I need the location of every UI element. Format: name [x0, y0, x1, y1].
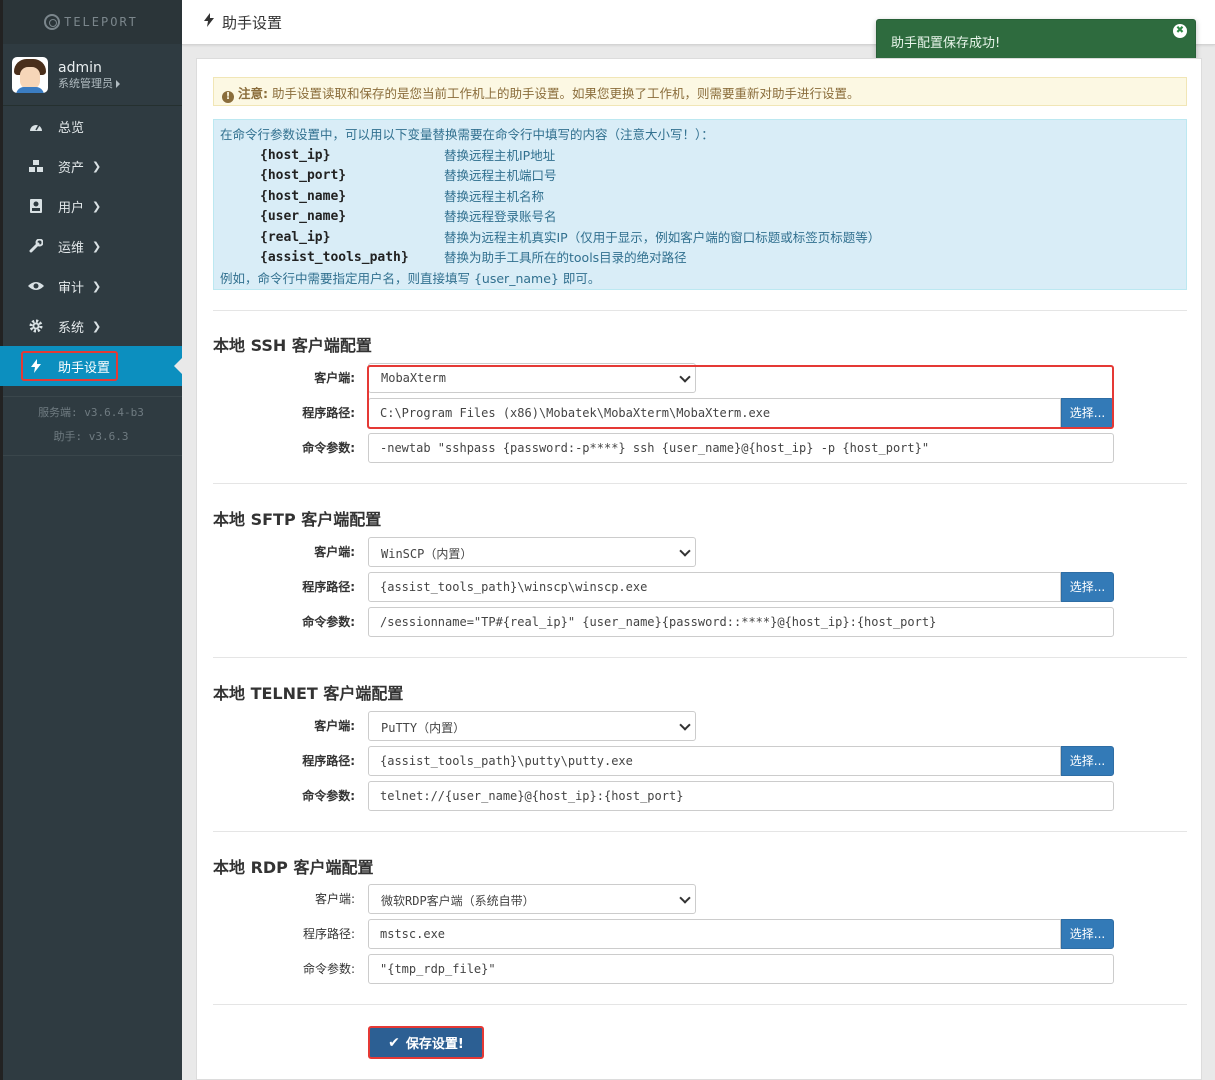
highlight-box	[367, 365, 1114, 429]
var-row: {assist_tools_path} 替换为助手工具所在的tools目录的绝对路…	[260, 250, 687, 265]
save-settings-button[interactable]: ✔ 保存设置!	[368, 1026, 484, 1059]
telnet-client-select[interactable]: PuTTY（内置）	[368, 711, 696, 741]
server-version: 服务端: v3.6.4-b3	[38, 406, 144, 419]
toast-message: 助手配置保存成功!	[891, 36, 1001, 51]
rdp-path-row: 程序路径: mstsc.exe 选择...	[213, 919, 1187, 949]
logo[interactable]: TELEPORT	[0, 0, 182, 44]
telnet-args-input[interactable]: telnet://{user_name}@{host_ip}:{host_por…	[368, 781, 1114, 811]
teleport-logo-icon	[44, 14, 61, 30]
highlight-box	[21, 351, 118, 381]
rdp-args-input[interactable]: "{tmp_rdp_file}"	[368, 954, 1114, 984]
telnet-path-row: 程序路径: {assist_tools_path}\putty\putty.ex…	[213, 746, 1187, 776]
sftp-path-row: 程序路径: {assist_tools_path}\winscp\winscp.…	[213, 572, 1187, 602]
success-toast: 助手配置保存成功! ✖	[876, 19, 1196, 61]
ssh-args-row: 命令参数: -newtab "sshpass {password:-p****}…	[213, 433, 1187, 463]
exclamation-icon: !	[222, 91, 234, 103]
rdp-choose-button[interactable]: 选择...	[1061, 919, 1114, 949]
var-row: {host_name} 替换远程主机名称	[260, 188, 545, 204]
info-intro: 在命令行参数设置中，可以用以下变量替换需要在命令行中填写的内容（注意大小写！）：	[220, 127, 714, 142]
rdp-args-row: 命令参数: "{tmp_rdp_file}"	[213, 954, 1187, 984]
bolt-icon	[204, 13, 214, 31]
rdp-client-row: 客户端: 微软RDP客户端（系统自带）	[213, 884, 1187, 914]
ssh-section-title: 本地 SSH 客户端配置	[213, 336, 372, 355]
chevron-down-icon	[679, 719, 691, 731]
sidebar-item-ops[interactable]: 运维 ❯	[0, 226, 182, 266]
sidebar-item-assets[interactable]: 资产 ❯	[0, 146, 182, 186]
sidebar: TELEPORT admin 系统管理员 总览 资产 ❯ 用户 ❯ 运维 ❯ 审…	[0, 0, 182, 1080]
user-card-icon	[28, 198, 44, 214]
divider	[213, 483, 1187, 484]
main-panel: ! 注意: 助手设置读取和保存的是您当前工作机上的助手设置。如果您更换了工作机，则…	[196, 58, 1202, 1080]
sftp-args-row: 命令参数: /sessionname="TP#{real_ip}" {user_…	[213, 607, 1187, 637]
telnet-path-input[interactable]: {assist_tools_path}\putty\putty.exe	[368, 746, 1061, 776]
sidebar-menu: 总览 资产 ❯ 用户 ❯ 运维 ❯ 审计 ❯ 系统 ❯ 助手设置	[0, 106, 182, 386]
sftp-section-title: 本地 SFTP 客户端配置	[213, 510, 382, 529]
sidebar-item-audit[interactable]: 审计 ❯	[0, 266, 182, 306]
close-icon[interactable]: ✖	[1173, 24, 1187, 38]
caret-right-icon	[116, 79, 120, 88]
var-row: {user_name} 替换远程登录账号名	[260, 209, 557, 224]
assist-version: 助手: v3.6.3	[53, 430, 129, 443]
info-example: 例如，命令行中需要指定用户名，则直接填写 {user_name} 即可。	[220, 270, 601, 286]
chevron-right-icon: ❯	[92, 239, 102, 253]
user-box[interactable]: admin 系统管理员	[0, 44, 182, 106]
dashboard-icon	[28, 118, 44, 134]
variables-info: 在命令行参数设置中，可以用以下变量替换需要在命令行中填写的内容（注意大小写！）：…	[213, 119, 1187, 290]
gear-icon	[28, 318, 44, 334]
chevron-right-icon: ❯	[92, 279, 102, 293]
user-name: admin	[58, 59, 102, 76]
check-icon: ✔	[388, 1034, 400, 1051]
var-row: {host_ip} 替换远程主机IP地址	[260, 147, 556, 163]
var-row: {real_ip} 替换为远程主机真实IP（仅用于显示，例如客户端的窗口标题或标签…	[260, 229, 881, 245]
rdp-section-title: 本地 RDP 客户端配置	[213, 858, 374, 877]
telnet-choose-button[interactable]: 选择...	[1061, 746, 1114, 776]
sidebar-item-users[interactable]: 用户 ❯	[0, 186, 182, 226]
divider	[213, 1004, 1187, 1005]
sftp-client-select[interactable]: WinSCP（内置）	[368, 537, 696, 567]
chevron-down-icon	[679, 892, 691, 904]
sftp-args-input[interactable]: /sessionname="TP#{real_ip}" {user_name}{…	[368, 607, 1114, 637]
sftp-choose-button[interactable]: 选择...	[1061, 572, 1114, 602]
sidebar-item-system[interactable]: 系统 ❯	[0, 306, 182, 346]
telnet-args-row: 命令参数: telnet://{user_name}@{host_ip}:{ho…	[213, 781, 1187, 811]
notice-text: 助手设置读取和保存的是您当前工作机上的助手设置。如果您更换了工作机，则需要重新对…	[271, 86, 860, 101]
wrench-icon	[28, 238, 44, 254]
chevron-down-icon	[679, 545, 691, 557]
chevron-right-icon: ❯	[92, 159, 102, 173]
rdp-client-select[interactable]: 微软RDP客户端（系统自带）	[368, 884, 696, 914]
page-title: 助手设置	[222, 13, 283, 32]
logo-text: TELEPORT	[64, 15, 138, 29]
var-row: {host_port} 替换远程主机端口号	[260, 168, 557, 183]
sftp-client-row: 客户端: WinSCP（内置）	[213, 537, 1187, 567]
eye-icon	[28, 278, 44, 294]
divider	[213, 657, 1187, 658]
notice-alert: ! 注意: 助手设置读取和保存的是您当前工作机上的助手设置。如果您更换了工作机，则…	[213, 77, 1187, 106]
avatar	[12, 56, 48, 93]
ssh-args-input[interactable]: -newtab "sshpass {password:-p****} ssh {…	[368, 433, 1114, 463]
sidebar-item-dashboard[interactable]: 总览	[0, 106, 182, 146]
divider	[213, 831, 1187, 832]
chevron-right-icon: ❯	[92, 319, 102, 333]
version-info: 服务端: v3.6.4-b3 助手: v3.6.3	[0, 396, 182, 456]
user-role[interactable]: 系统管理员	[58, 77, 120, 91]
sftp-path-input[interactable]: {assist_tools_path}\winscp\winscp.exe	[368, 572, 1061, 602]
notice-label: 注意:	[238, 86, 268, 101]
sidebar-item-assist-settings[interactable]: 助手设置	[0, 346, 182, 386]
chevron-right-icon: ❯	[92, 199, 102, 213]
divider	[213, 310, 1187, 311]
cubes-icon	[28, 158, 44, 174]
rdp-path-input[interactable]: mstsc.exe	[368, 919, 1061, 949]
telnet-section-title: 本地 TELNET 客户端配置	[213, 684, 404, 703]
telnet-client-row: 客户端: PuTTY（内置）	[213, 711, 1187, 741]
